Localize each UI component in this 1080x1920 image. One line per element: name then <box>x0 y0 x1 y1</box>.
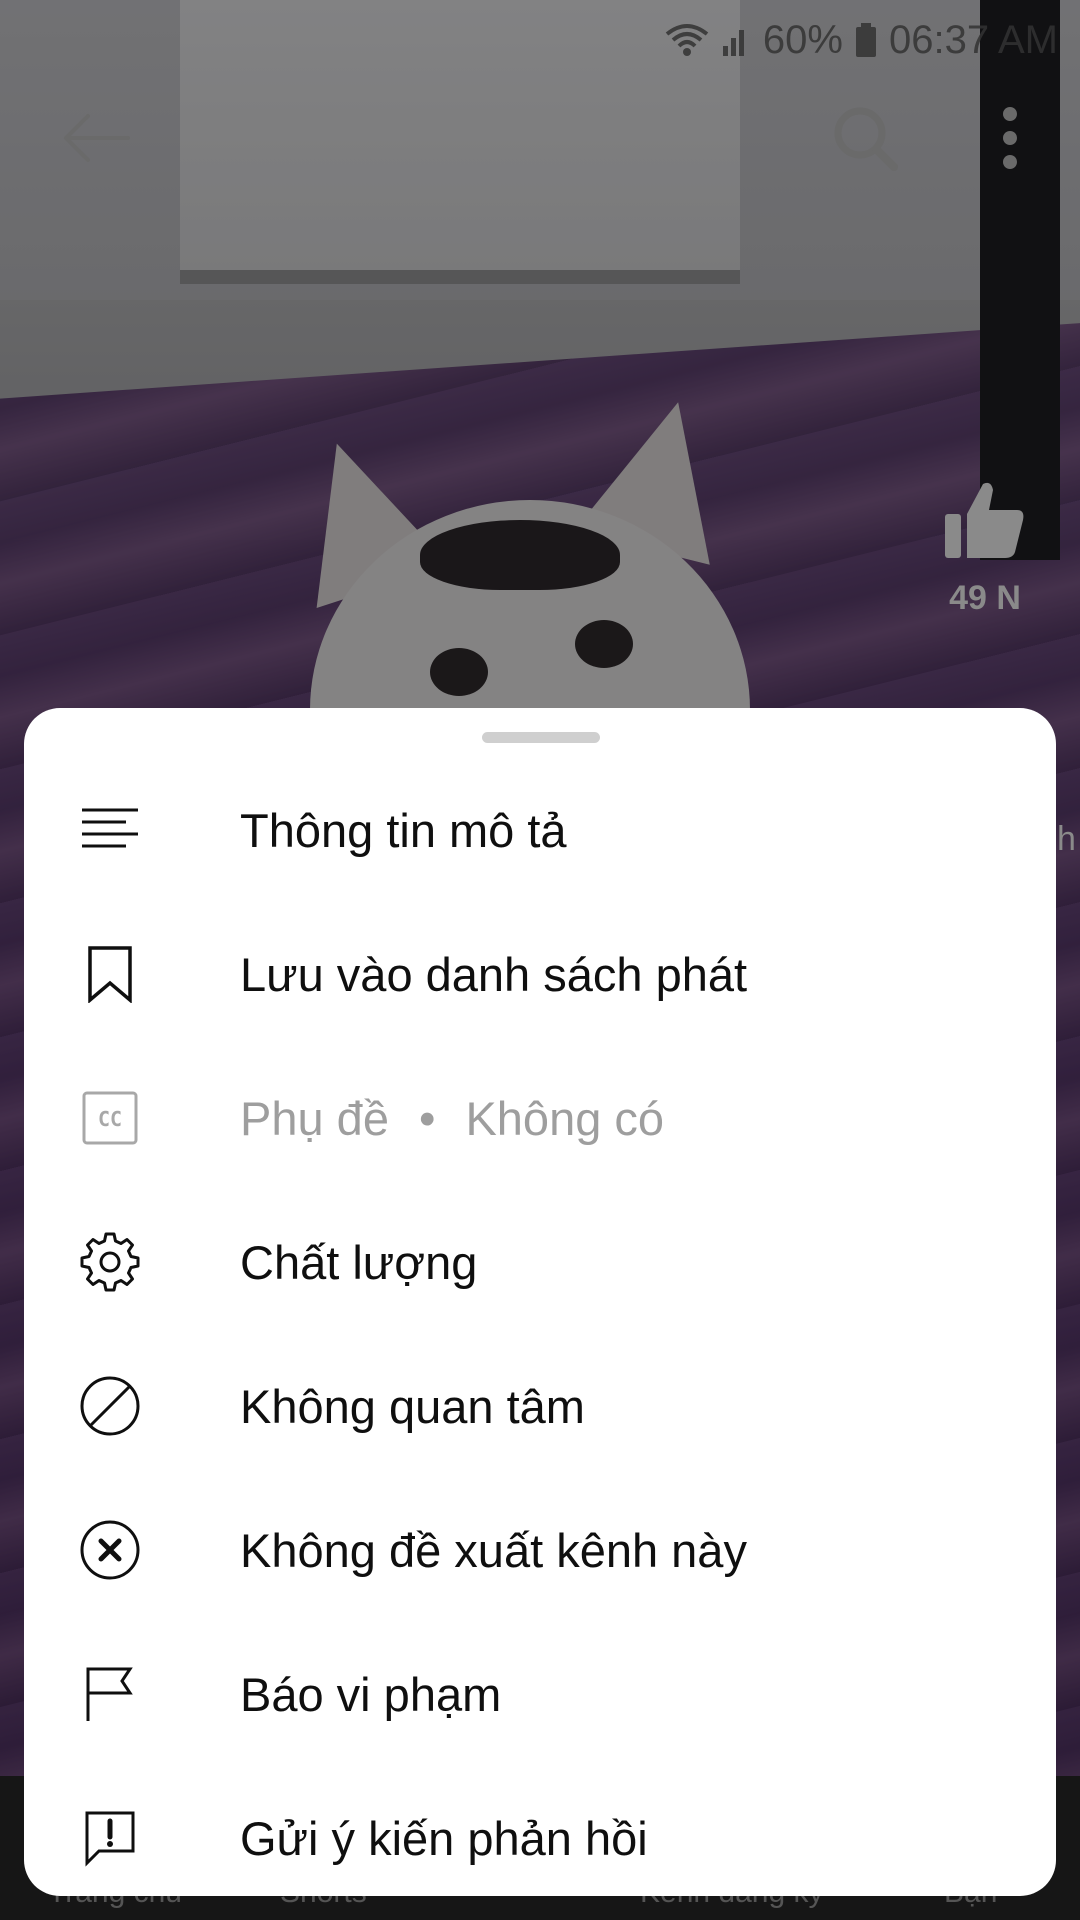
options-menu: Thông tin mô tả Lưu vào danh sách phát C… <box>24 758 1056 1896</box>
separator-dot: • <box>418 1091 436 1145</box>
description-icon <box>74 794 146 866</box>
menu-item-description[interactable]: Thông tin mô tả <box>24 758 1056 902</box>
like-action[interactable]: 49 N <box>930 480 1040 640</box>
menu-label: Lưu vào danh sách phát <box>240 947 748 1001</box>
menu-item-not-interested[interactable]: Không quan tâm <box>24 1334 1056 1478</box>
shorts-player-screen: 60% 06:37 AM 49 N ch Thông tin mô tả Lưu… <box>0 0 1080 1920</box>
battery-percent: 60% <box>762 17 843 62</box>
gear-icon <box>74 1226 146 1298</box>
menu-item-quality[interactable]: Chất lượng <box>24 1190 1056 1334</box>
top-app-bar <box>0 90 1080 200</box>
status-bar: 60% 06:37 AM <box>665 10 1058 70</box>
more-vert-icon <box>1000 106 1020 175</box>
menu-label: Thông tin mô tả <box>240 803 567 857</box>
search-icon <box>830 103 900 178</box>
captions-label: Phụ đề <box>240 1091 389 1145</box>
drag-handle[interactable] <box>482 732 600 743</box>
menu-label: Gửi ý kiến phản hồi <box>240 1811 648 1865</box>
circle-x-icon <box>74 1514 146 1586</box>
menu-label: Chất lượng <box>240 1235 478 1289</box>
arrow-left-icon <box>60 110 132 171</box>
search-button[interactable] <box>815 90 915 190</box>
menu-label: Báo vi phạm <box>240 1667 502 1721</box>
svg-text:CC: CC <box>98 1107 122 1131</box>
like-count: 49 N <box>949 579 1021 617</box>
back-button[interactable] <box>46 90 146 190</box>
closed-captions-icon: CC <box>74 1082 146 1154</box>
clock: 06:37 AM <box>888 17 1058 62</box>
menu-label: Không đề xuất kênh này <box>240 1523 747 1577</box>
captions-value: Không có <box>465 1091 665 1145</box>
bookmark-icon <box>74 938 146 1010</box>
menu-item-dont-recommend-channel[interactable]: Không đề xuất kênh này <box>24 1478 1056 1622</box>
menu-item-save-to-playlist[interactable]: Lưu vào danh sách phát <box>24 902 1056 1046</box>
signal-icon <box>721 22 751 58</box>
flag-icon <box>74 1658 146 1730</box>
menu-item-send-feedback[interactable]: Gửi ý kiến phản hồi <box>24 1766 1056 1896</box>
battery-icon <box>855 22 877 58</box>
options-bottom-sheet: Thông tin mô tả Lưu vào danh sách phát C… <box>24 708 1056 1896</box>
feedback-icon <box>74 1802 146 1874</box>
wifi-icon <box>665 22 709 58</box>
menu-item-report[interactable]: Báo vi phạm <box>24 1622 1056 1766</box>
menu-label-with-value: Phụ đề • Không có <box>240 1091 664 1146</box>
block-icon <box>74 1370 146 1442</box>
menu-item-captions: CC Phụ đề • Không có <box>24 1046 1056 1190</box>
more-options-button[interactable] <box>960 90 1060 190</box>
menu-label: Không quan tâm <box>240 1379 585 1433</box>
thumbs-up-icon <box>943 480 1027 565</box>
